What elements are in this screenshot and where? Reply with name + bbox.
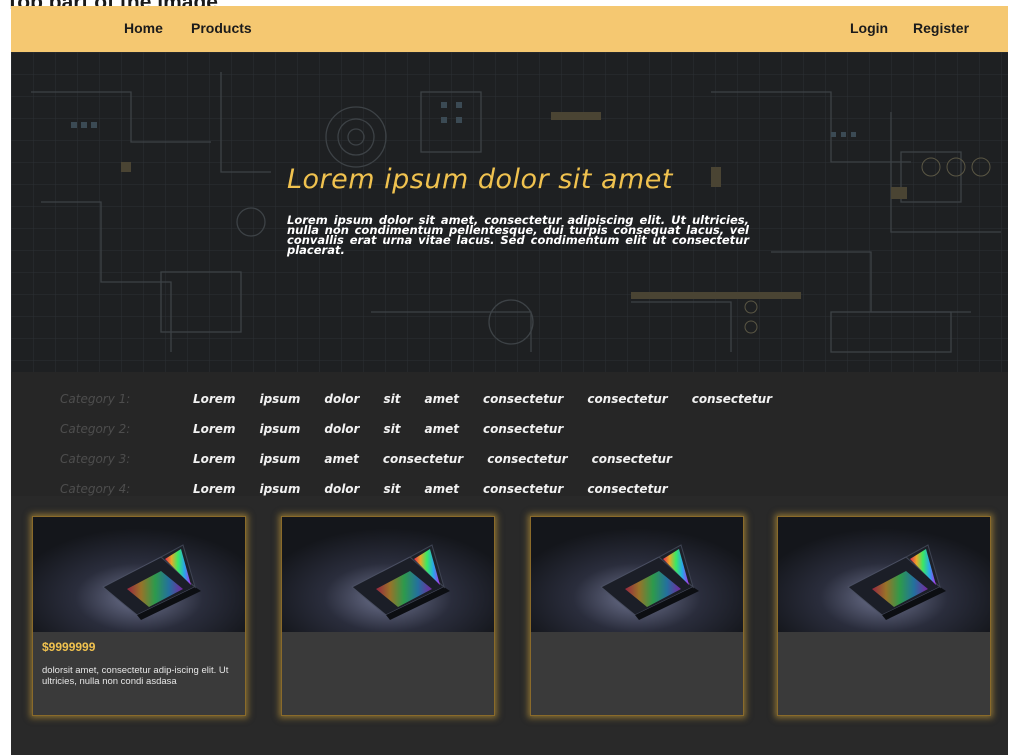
category-row: Category 1: Lorem ipsum dolor sit amet c…	[11, 392, 1008, 410]
product-price: $9999999	[42, 640, 96, 654]
category-link[interactable]: ipsum	[259, 452, 300, 466]
category-link[interactable]: amet	[424, 482, 458, 496]
category-link[interactable]: consectetur	[483, 482, 563, 496]
category-link[interactable]: amet	[424, 422, 458, 436]
category-label: Category 3:	[60, 452, 131, 466]
category-label: Category 2:	[60, 422, 131, 436]
product-card[interactable]: $9999999 dolorsit amet, consectetur adip…	[32, 516, 246, 716]
circuit-background-image	[11, 52, 1008, 372]
product-grid: $9999999 dolorsit amet, consectetur adip…	[11, 496, 1008, 755]
laptop-image	[778, 517, 990, 632]
product-card[interactable]	[530, 516, 744, 716]
category-link[interactable]: consectetur	[483, 392, 563, 406]
category-link[interactable]: consectetur	[483, 422, 563, 436]
category-row: Category 3: Lorem ipsum amet consectetur…	[11, 452, 1008, 470]
category-link[interactable]: sit	[383, 392, 400, 406]
category-row: Category 2: Lorem ipsum dolor sit amet c…	[11, 422, 1008, 440]
category-link[interactable]: consectetur	[383, 452, 463, 466]
nav-products-link[interactable]: Products	[191, 20, 252, 36]
category-link[interactable]: amet	[324, 452, 358, 466]
category-link[interactable]: Lorem	[193, 422, 235, 436]
category-link[interactable]: consectetur	[587, 482, 667, 496]
nav-home-link[interactable]: Home	[124, 20, 163, 36]
category-items: Lorem ipsum dolor sit amet consectetur c…	[193, 482, 692, 496]
product-description: dolorsit amet, consectetur adip-iscing e…	[42, 665, 229, 687]
category-link[interactable]: sit	[383, 422, 400, 436]
app-frame: Home Products Login Register Lorem ipsum…	[11, 6, 1008, 755]
category-label: Category 1:	[60, 392, 131, 406]
category-items: Lorem ipsum dolor sit amet consectetur c…	[193, 392, 796, 406]
navbar: Home Products Login Register	[11, 6, 1008, 52]
category-link[interactable]: dolor	[324, 392, 359, 406]
category-label: Category 4:	[60, 482, 131, 496]
category-link[interactable]: amet	[424, 392, 458, 406]
product-card[interactable]	[777, 516, 991, 716]
category-link[interactable]: consectetur	[692, 392, 772, 406]
category-items: Lorem ipsum dolor sit amet consectetur	[193, 422, 587, 436]
hero-title: Lorem ipsum dolor sit amet	[287, 164, 674, 195]
category-link[interactable]: consectetur	[487, 452, 567, 466]
category-link[interactable]: consectetur	[592, 452, 672, 466]
category-link[interactable]: Lorem	[193, 392, 235, 406]
category-link[interactable]: ipsum	[259, 392, 300, 406]
category-link[interactable]: dolor	[324, 482, 359, 496]
category-link[interactable]: ipsum	[259, 422, 300, 436]
laptop-image	[33, 517, 245, 632]
category-link[interactable]: Lorem	[193, 452, 235, 466]
category-link[interactable]: ipsum	[259, 482, 300, 496]
hero-banner: Lorem ipsum dolor sit amet Lorem ipsum d…	[11, 52, 1008, 372]
category-link[interactable]: consectetur	[587, 392, 667, 406]
product-card[interactable]	[281, 516, 495, 716]
laptop-image	[282, 517, 494, 632]
category-link[interactable]: sit	[383, 482, 400, 496]
category-link[interactable]: dolor	[324, 422, 359, 436]
hero-description: Lorem ipsum dolor sit amet, consectetur …	[287, 213, 749, 257]
category-link[interactable]: Lorem	[193, 482, 235, 496]
nav-register-link[interactable]: Register	[913, 20, 969, 36]
laptop-image	[531, 517, 743, 632]
category-items: Lorem ipsum amet consectetur consectetur…	[193, 452, 696, 466]
nav-login-link[interactable]: Login	[850, 20, 888, 36]
category-list: Category 1: Lorem ipsum dolor sit amet c…	[11, 372, 1008, 496]
